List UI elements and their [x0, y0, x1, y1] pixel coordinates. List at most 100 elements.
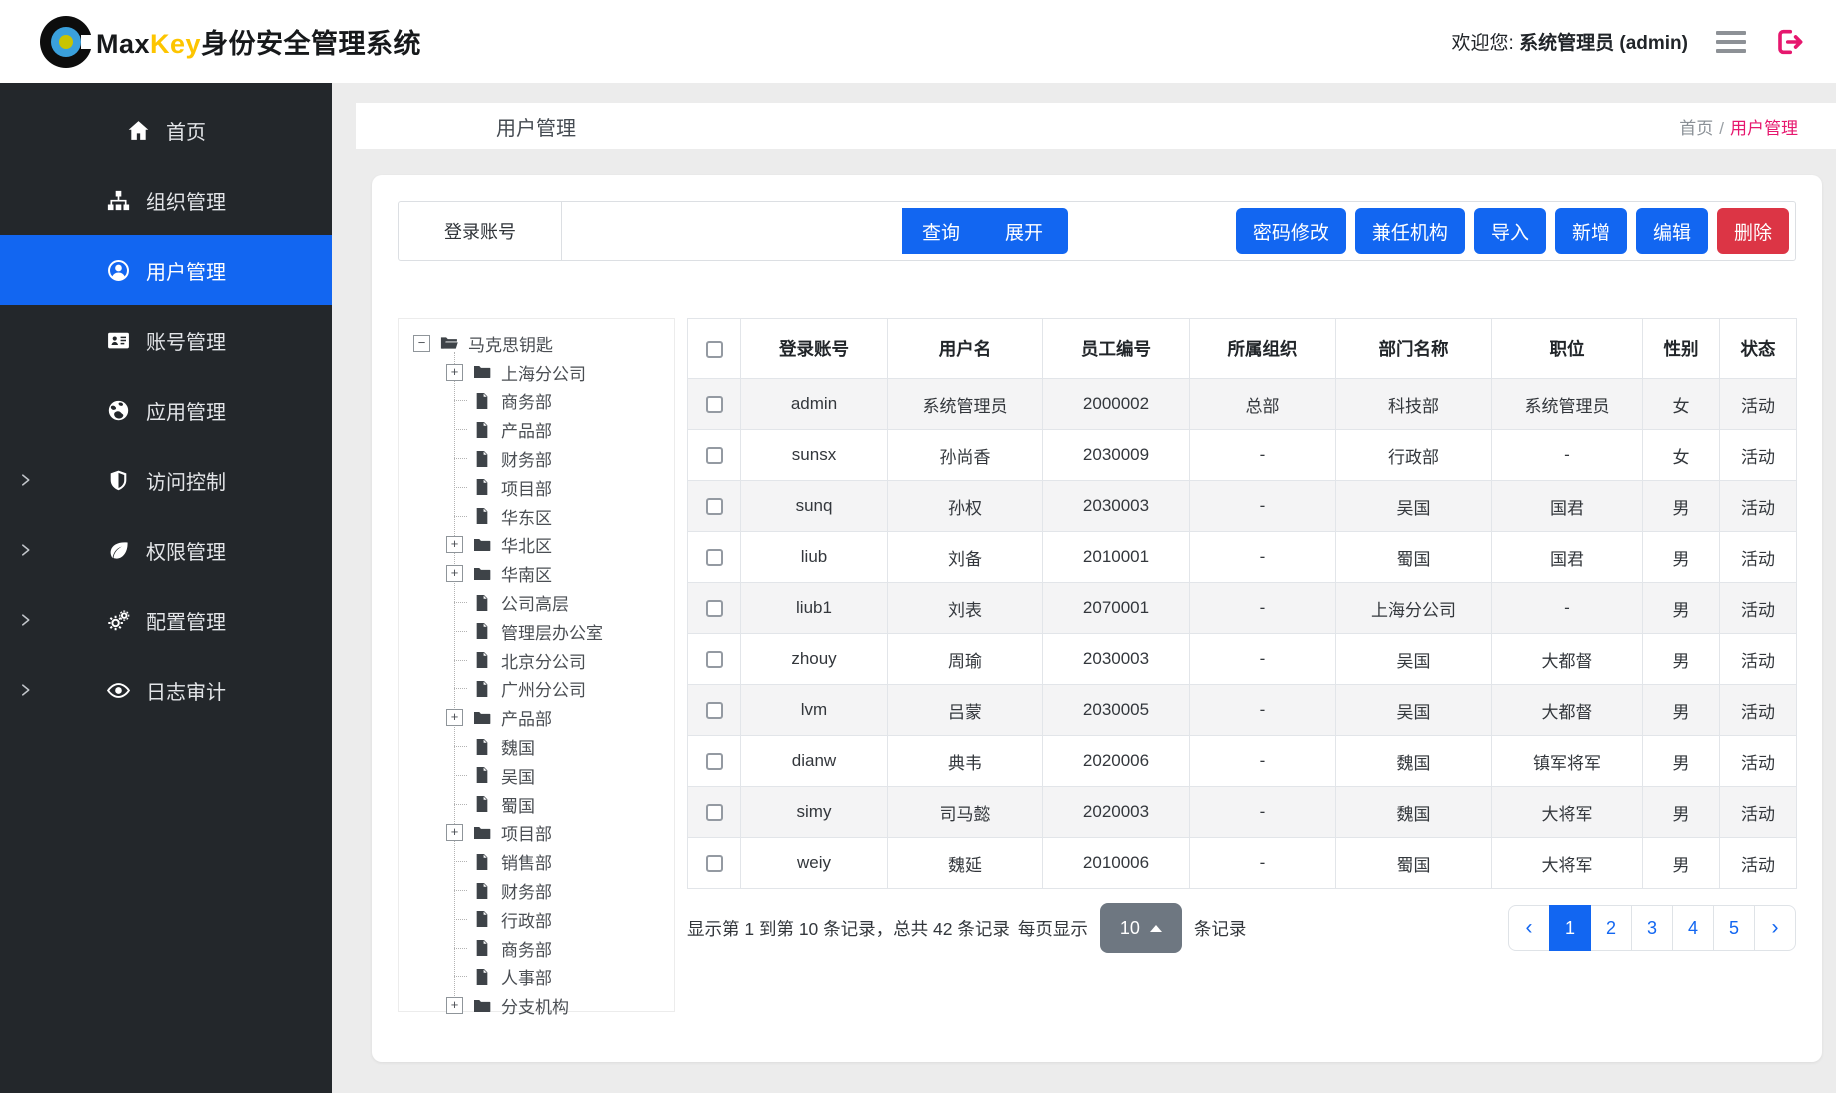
tree-item[interactable]: 华东区 — [446, 502, 670, 531]
table-row[interactable]: liub1刘表2070001-上海分公司-男活动 — [688, 583, 1797, 634]
change-password-button[interactable]: 密码修改 — [1236, 208, 1346, 254]
column-header[interactable]: 性别 — [1643, 319, 1720, 379]
tree-item-label[interactable]: 产品部 — [501, 417, 552, 442]
next-page-button[interactable]: › — [1754, 905, 1796, 951]
tree-item[interactable]: + 华北区 — [446, 531, 670, 560]
tree-item-label[interactable]: 行政部 — [501, 907, 552, 932]
table-row[interactable]: simy司马懿2020003-魏国大将军男活动 — [688, 787, 1797, 838]
tree-item-label[interactable]: 马克思钥匙 — [468, 331, 553, 356]
table-row[interactable]: weiy魏延2010006-蜀国大将军男活动 — [688, 838, 1797, 889]
tree-item-label[interactable]: 分支机构 — [501, 993, 569, 1018]
tree-item-label[interactable]: 吴国 — [501, 763, 535, 788]
tree-item[interactable]: − 马克思钥匙 — [413, 329, 670, 358]
row-checkbox[interactable] — [706, 600, 723, 617]
tree-item[interactable]: 项目部 — [446, 473, 670, 502]
sidebar-item-home[interactable]: 首页 — [0, 95, 332, 165]
row-checkbox[interactable] — [706, 651, 723, 668]
tree-item[interactable]: + 项目部 — [446, 819, 670, 848]
tree-item[interactable]: 财务部 — [446, 876, 670, 905]
tree-item[interactable]: 吴国 — [446, 761, 670, 790]
login-account-input[interactable] — [562, 202, 902, 260]
table-row[interactable]: admin系统管理员2000002总部科技部系统管理员女活动 — [688, 379, 1797, 430]
tree-expander-plus[interactable]: + — [446, 824, 463, 841]
tree-item-label[interactable]: 项目部 — [501, 475, 552, 500]
table-row[interactable]: dianw典韦2020006-魏国镇军将军男活动 — [688, 736, 1797, 787]
page-button-2[interactable]: 2 — [1590, 905, 1632, 951]
table-row[interactable]: zhouy周瑜2030003-吴国大都督男活动 — [688, 634, 1797, 685]
row-checkbox[interactable] — [706, 702, 723, 719]
column-header[interactable]: 职位 — [1492, 319, 1643, 379]
column-header[interactable]: 员工编号 — [1043, 319, 1190, 379]
tree-item[interactable]: + 上海分公司 — [446, 358, 670, 387]
sidebar-item-permission[interactable]: 权限管理 — [0, 515, 332, 585]
tree-item-label[interactable]: 产品部 — [501, 705, 552, 730]
page-button-1[interactable]: 1 — [1549, 905, 1591, 951]
add-button[interactable]: 新增 — [1555, 208, 1627, 254]
page-button-3[interactable]: 3 — [1631, 905, 1673, 951]
column-header[interactable]: 状态 — [1720, 319, 1797, 379]
tree-expander-plus[interactable]: + — [446, 536, 463, 553]
menu-toggle-icon[interactable] — [1716, 31, 1746, 53]
column-header[interactable]: 部门名称 — [1336, 319, 1492, 379]
table-row[interactable]: liub刘备2010001-蜀国国君男活动 — [688, 532, 1797, 583]
tree-item[interactable]: 管理层办公室 — [446, 617, 670, 646]
tree-item-label[interactable]: 财务部 — [501, 446, 552, 471]
tree-item-label[interactable]: 销售部 — [501, 849, 552, 874]
page-size-select[interactable]: 10 — [1100, 903, 1182, 953]
tree-item-label[interactable]: 公司高层 — [501, 590, 569, 615]
table-row[interactable]: sunsx孙尚香2030009-行政部-女活动 — [688, 430, 1797, 481]
tree-item[interactable]: 魏国 — [446, 732, 670, 761]
row-checkbox[interactable] — [706, 549, 723, 566]
tree-item[interactable]: 行政部 — [446, 905, 670, 934]
tree-item-label[interactable]: 华东区 — [501, 504, 552, 529]
row-checkbox[interactable] — [706, 447, 723, 464]
tree-item-label[interactable]: 财务部 — [501, 878, 552, 903]
tree-item-label[interactable]: 上海分公司 — [501, 360, 586, 385]
tree-item-label[interactable]: 项目部 — [501, 820, 552, 845]
tree-item[interactable]: 销售部 — [446, 847, 670, 876]
tree-item[interactable]: 财务部 — [446, 444, 670, 473]
row-checkbox[interactable] — [706, 396, 723, 413]
tree-item[interactable]: 公司高层 — [446, 588, 670, 617]
tree-expander-plus[interactable]: + — [446, 997, 463, 1014]
tree-item-label[interactable]: 蜀国 — [501, 792, 535, 817]
sidebar-item-application[interactable]: 应用管理 — [0, 375, 332, 445]
tree-item-label[interactable]: 华南区 — [501, 561, 552, 586]
tree-item-label[interactable]: 广州分公司 — [501, 676, 586, 701]
query-button[interactable]: 查询 — [902, 208, 980, 254]
tree-item-label[interactable]: 华北区 — [501, 532, 552, 557]
table-row[interactable]: lvm吕蒙2030005-吴国大都督男活动 — [688, 685, 1797, 736]
tree-expander-plus[interactable]: + — [446, 565, 463, 582]
column-header[interactable]: 登录账号 — [741, 319, 888, 379]
table-row[interactable]: sunq孙权2030003-吴国国君男活动 — [688, 481, 1797, 532]
page-button-4[interactable]: 4 — [1672, 905, 1714, 951]
edit-button[interactable]: 编辑 — [1636, 208, 1708, 254]
tree-item[interactable]: 广州分公司 — [446, 675, 670, 704]
concurrent-org-button[interactable]: 兼任机构 — [1355, 208, 1465, 254]
row-checkbox[interactable] — [706, 804, 723, 821]
tree-item-label[interactable]: 商务部 — [501, 936, 552, 961]
prev-page-button[interactable]: ‹ — [1508, 905, 1550, 951]
tree-item[interactable]: 商务部 — [446, 934, 670, 963]
breadcrumb-home[interactable]: 首页 — [1679, 119, 1713, 138]
row-checkbox[interactable] — [706, 498, 723, 515]
sidebar-item-audit[interactable]: 日志审计 — [0, 655, 332, 725]
select-all-checkbox[interactable] — [706, 341, 723, 358]
tree-item[interactable]: 人事部 — [446, 963, 670, 992]
tree-item[interactable]: + 分支机构 — [446, 991, 670, 1020]
sidebar-item-access-control[interactable]: 访问控制 — [0, 445, 332, 515]
tree-item[interactable]: +产品部 — [446, 703, 670, 732]
tree-expander-plus[interactable]: + — [446, 364, 463, 381]
row-checkbox[interactable] — [706, 855, 723, 872]
tree-item-label[interactable]: 商务部 — [501, 388, 552, 413]
tree-expander-minus[interactable]: − — [413, 335, 430, 352]
sidebar-item-user[interactable]: 用户管理 — [0, 235, 332, 305]
logout-icon[interactable] — [1774, 26, 1806, 58]
tree-item-label[interactable]: 管理层办公室 — [501, 619, 603, 644]
tree-item[interactable]: 商务部 — [446, 387, 670, 416]
expand-button[interactable]: 展开 — [980, 208, 1068, 254]
sidebar-item-account[interactable]: 账号管理 — [0, 305, 332, 375]
page-button-5[interactable]: 5 — [1713, 905, 1755, 951]
sidebar-item-organization[interactable]: 组织管理 — [0, 165, 332, 235]
delete-button[interactable]: 删除 — [1717, 208, 1789, 254]
